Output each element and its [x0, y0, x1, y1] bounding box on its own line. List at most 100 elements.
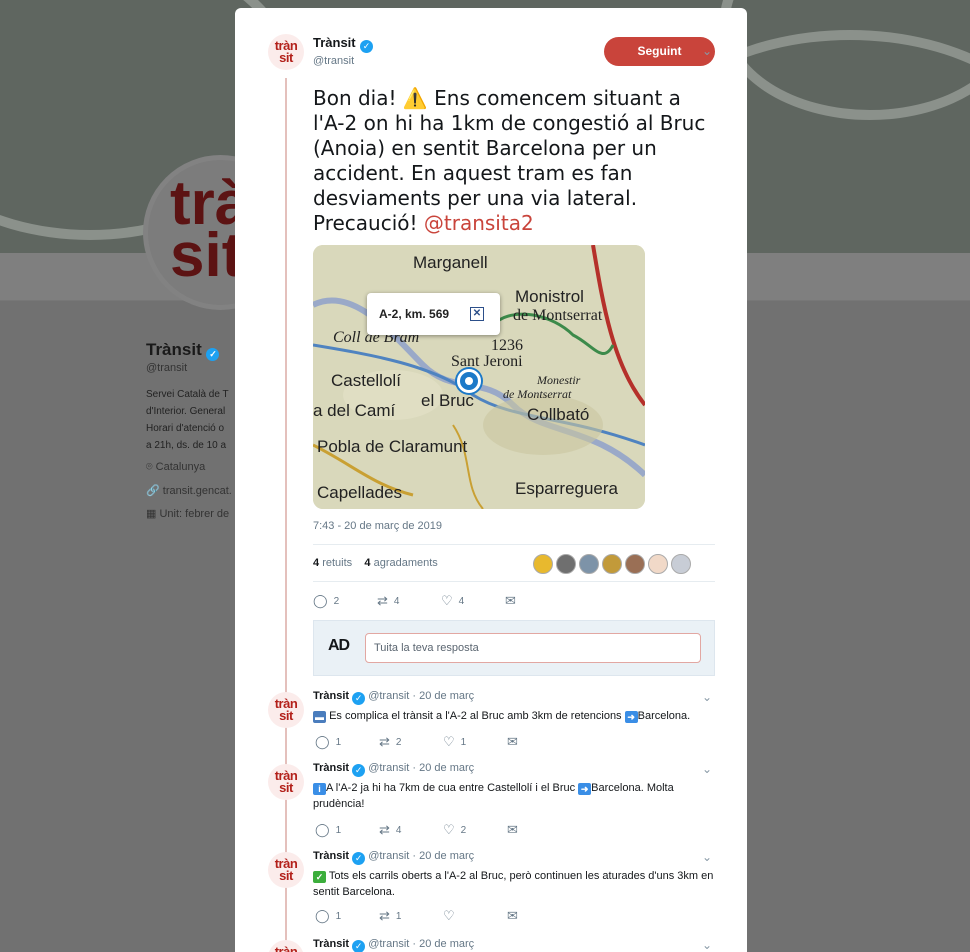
message-button[interactable]: ✉	[505, 593, 569, 609]
info-icon: i	[313, 783, 326, 795]
verified-icon: ✓	[352, 692, 366, 705]
retweet-button[interactable]: ⇄ 2	[379, 734, 443, 750]
reply-input[interactable]: Tuita la teva resposta	[365, 633, 701, 663]
avatar-logo-bottom: sit	[279, 708, 293, 723]
avatar-logo-bottom: sit	[279, 868, 293, 883]
mention-link[interactable]: @transita2	[424, 211, 534, 235]
author-name: Trànsit	[313, 35, 356, 50]
author-handle[interactable]: @transit	[368, 762, 409, 774]
reply-box: AD Tuita la teva resposta	[313, 620, 715, 676]
author-handle[interactable]: @transit	[313, 55, 354, 67]
map-image[interactable]: Marganell Monistrol de Montserrat Coll d…	[313, 245, 645, 509]
retweets-stat[interactable]: 4 retuits	[313, 557, 352, 569]
author-name[interactable]: Trànsit	[313, 762, 349, 774]
tweet-text: iA l'A-2 ja hi ha 7km de cua entre Caste…	[313, 782, 674, 810]
tweet-avatar[interactable]: tràn sit	[268, 764, 304, 800]
liker-avatar[interactable]	[556, 554, 576, 574]
like-button[interactable]: ♡	[443, 908, 507, 924]
chevron-down-icon[interactable]: ⌄	[702, 850, 712, 864]
author-handle[interactable]: @transit	[368, 690, 409, 702]
map-label: Collbató	[527, 405, 590, 424]
tweet-avatar[interactable]: tràn sit	[268, 940, 304, 952]
verified-icon: ✓	[352, 940, 366, 952]
tweet-avatar[interactable]: tràn sit	[268, 34, 304, 70]
message-button[interactable]: ✉	[507, 822, 571, 838]
avatar-logo-bottom: sit	[279, 780, 293, 795]
retweet-button[interactable]: ⇄ 4	[379, 822, 443, 838]
close-icon[interactable]: ✕	[470, 307, 484, 321]
following-button[interactable]: Seguint	[604, 37, 715, 66]
reply-icon: ◯	[315, 908, 330, 923]
map-label: Monestir	[537, 373, 581, 387]
map-label: de Montserrat	[503, 387, 572, 401]
profile-bio: Servei Català de T d'Interior. General H…	[146, 389, 229, 451]
liker-avatar[interactable]	[579, 554, 599, 574]
tweet-avatar[interactable]: tràn sit	[268, 692, 304, 728]
liker-avatar[interactable]	[648, 554, 668, 574]
liker-avatar[interactable]	[533, 554, 553, 574]
verified-icon: ✓	[360, 40, 374, 53]
author-handle[interactable]: @transit	[368, 850, 409, 862]
profile-handle: @transit	[146, 362, 188, 374]
map-popup-label: A-2, km. 569	[379, 307, 450, 321]
tweet-date[interactable]: · 20 de març	[412, 938, 474, 950]
tweet-date[interactable]: · 20 de març	[412, 690, 474, 702]
chevron-down-icon[interactable]: ⌄	[702, 938, 712, 952]
map-label: a del Camí	[313, 401, 396, 420]
reply-button[interactable]: ◯ 1	[315, 908, 379, 924]
reply-button[interactable]: ◯ 2	[313, 593, 377, 609]
chevron-down-icon[interactable]: ⌄	[702, 690, 712, 704]
liker-avatar[interactable]	[671, 554, 691, 574]
author-name[interactable]: Trànsit	[313, 690, 349, 702]
avatar-logo-bottom: sit	[279, 50, 293, 65]
verified-icon: ✓	[352, 852, 366, 865]
map-marker-icon[interactable]	[457, 369, 481, 393]
map-label: el Bruc	[421, 391, 474, 410]
reply-button[interactable]: ◯ 1	[315, 734, 379, 750]
profile-joined: ▦ Unit: febrer de	[146, 508, 230, 520]
tweet-header: Trànsit ✓ @transit · 20 de març	[313, 762, 474, 777]
tweet-date[interactable]: · 20 de març	[412, 762, 474, 774]
reply-icon: ◯	[315, 734, 330, 749]
like-button[interactable]: ♡ 1	[443, 734, 507, 750]
verified-icon: ✓	[206, 348, 220, 361]
like-button[interactable]: ♡ 2	[443, 822, 507, 838]
tweet-actions: ◯ 2 ⇄ 4 ♡ 4 ✉	[313, 593, 569, 609]
likers-avatars	[533, 554, 691, 574]
profile-location: ⌾ Catalunya	[146, 461, 206, 473]
heart-icon: ♡	[443, 734, 455, 749]
map-label: Monistrol	[515, 287, 584, 306]
message-button[interactable]: ✉	[507, 734, 571, 750]
chevron-down-icon[interactable]: ⌄	[702, 44, 712, 58]
message-button[interactable]: ✉	[507, 908, 571, 924]
liker-avatar[interactable]	[602, 554, 622, 574]
heart-icon: ♡	[441, 593, 453, 608]
likes-stat[interactable]: 4 agradaments	[364, 557, 437, 569]
profile-url[interactable]: 🔗 transit.gencat.	[146, 484, 236, 497]
tweet-date[interactable]: · 20 de març	[412, 850, 474, 862]
like-button[interactable]: ♡ 4	[441, 593, 505, 609]
author-name[interactable]: Trànsit	[313, 938, 349, 950]
retweet-button[interactable]: ⇄ 4	[377, 593, 441, 609]
car-icon: ▬	[313, 711, 326, 723]
profile-name: Trànsit ✓	[146, 340, 220, 361]
user-avatar[interactable]: AD	[328, 637, 350, 655]
tweet-header: Trànsit ✓ @transit · 20 de març	[313, 690, 474, 705]
reply-button[interactable]: ◯ 1	[315, 822, 379, 838]
tweet-header: Trànsit ✓ @transit · 20 de març	[313, 938, 474, 952]
tweet-avatar[interactable]: tràn sit	[268, 852, 304, 888]
map-popup: A-2, km. 569 ✕	[367, 293, 500, 335]
chevron-down-icon[interactable]: ⌄	[702, 762, 712, 776]
liker-avatar[interactable]	[625, 554, 645, 574]
map-label: Pobla de Claramunt	[317, 437, 468, 456]
author-handle[interactable]: @transit	[368, 938, 409, 950]
retweet-button[interactable]: ⇄ 1	[379, 908, 443, 924]
reply-icon: ◯	[313, 593, 328, 608]
reply-icon: ◯	[315, 822, 330, 837]
tweet-author[interactable]: Trànsit ✓	[313, 34, 374, 53]
map-label: Esparreguera	[515, 479, 619, 498]
envelope-icon: ✉	[507, 908, 518, 923]
location-pin-icon: ⌾	[146, 461, 153, 473]
author-name[interactable]: Trànsit	[313, 850, 349, 862]
tweet-timestamp[interactable]: 7:43 - 20 de març de 2019	[313, 520, 442, 532]
